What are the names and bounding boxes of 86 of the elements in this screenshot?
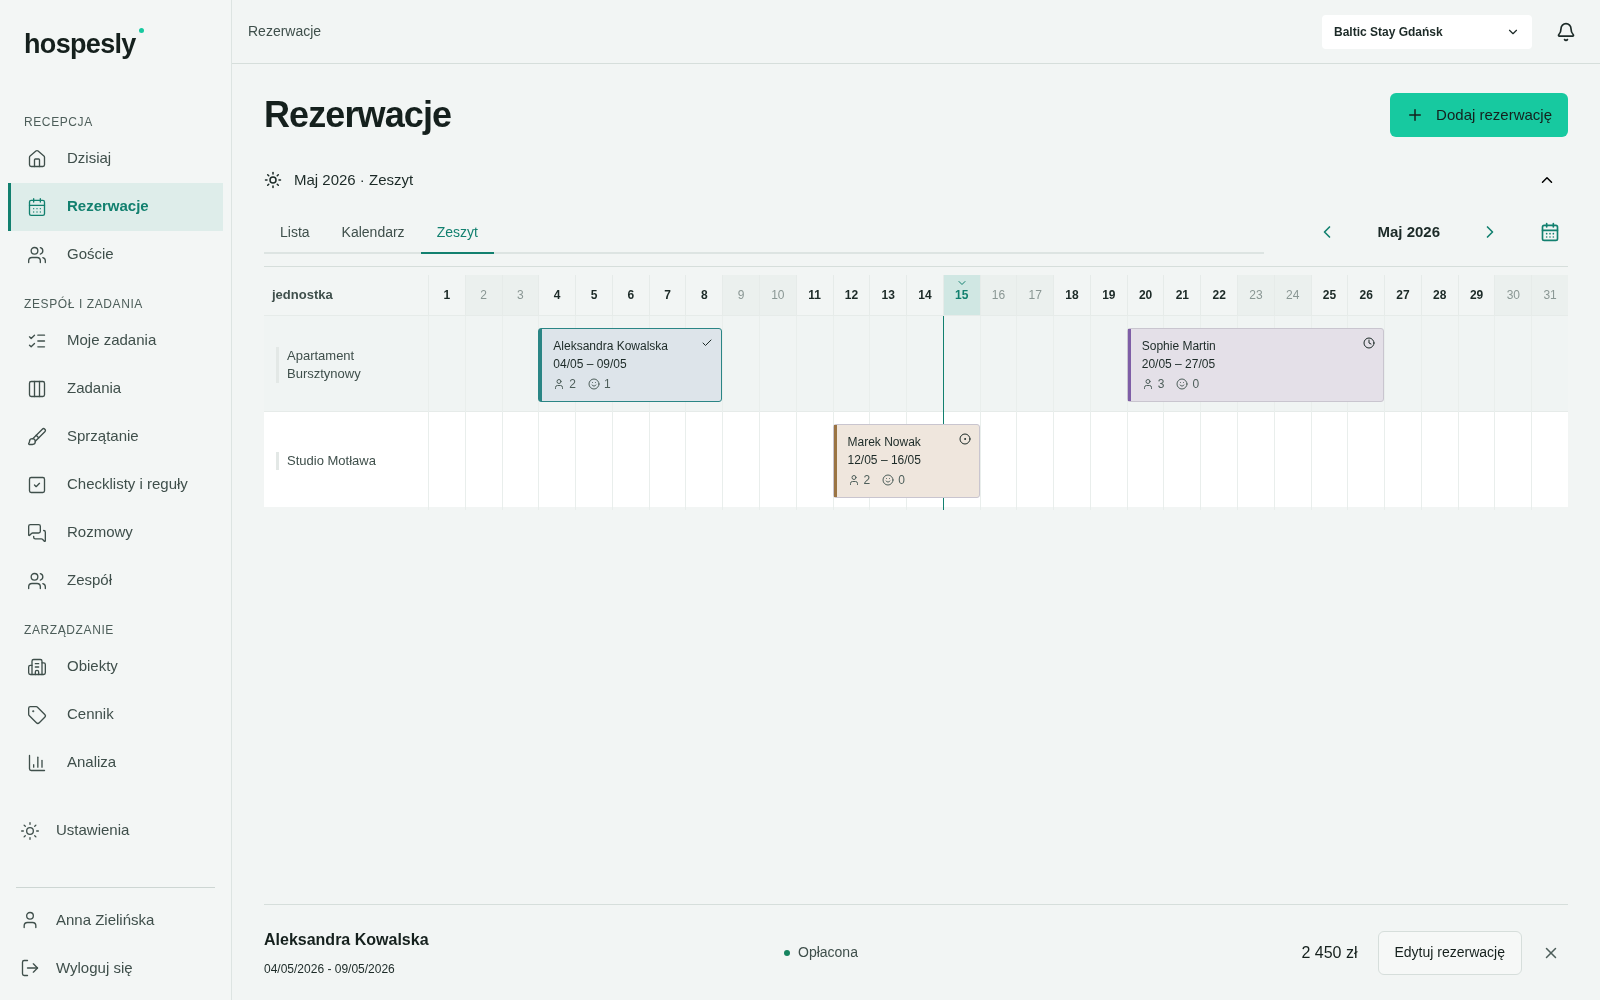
nav-item[interactable]: Moje zadania [8,316,223,365]
nav-item[interactable]: Cennik [8,690,223,739]
sun-icon [264,171,282,189]
day-header: 15 [942,275,980,315]
calendar-icon [27,196,47,217]
columns-icon [27,378,47,399]
day-header: 10 [758,275,796,315]
nav-item[interactable]: Zadania [8,364,223,413]
settings-icon [20,820,40,841]
add-booking-button[interactable]: Dodaj rezerwację [1390,93,1568,137]
section-heading: ZESPÓŁ I ZADANIA [23,295,144,313]
user-item[interactable]: Anna Zielińska [16,896,215,944]
day-header: 31 [1531,275,1568,315]
guest-name: Sophie Martin [1141,338,1216,355]
unit-label: Apartament Bursztynowy [264,316,428,414]
section-heading: ZARZĄDZANIE [23,621,115,639]
adult-count: 3 [1157,376,1165,393]
day-header: 3 [501,275,539,315]
bar-chart-icon [27,752,47,773]
booking-dates: 04/05 – 09/05 [553,356,627,373]
check-icon [701,337,714,349]
logout-icon [20,958,40,978]
adult-icon [1141,378,1154,390]
nav-item[interactable]: Rezerwacje [8,182,223,231]
child-count: 0 [898,472,905,489]
guest-name: Aleksandra Kowalska [264,929,430,950]
child-icon [1176,378,1189,390]
day-header: 2 [464,275,502,315]
day-header: 30 [1494,275,1532,315]
building-icon [27,656,47,677]
brand-logo: hospesly [24,24,144,65]
nav-item[interactable]: Checklisty i reguły [8,460,223,509]
people-icon [27,244,47,265]
child-icon [588,378,600,390]
nav-item[interactable]: Rozmowy [8,508,223,557]
day-header: 23 [1237,275,1274,315]
booking-dates: 04/05/2026 - 09/05/2026 [264,960,396,978]
property-select[interactable]: Baltic Stay Gdańsk [1322,14,1532,49]
child-count: 1 [604,376,611,393]
edit-booking-button[interactable]: Edytuj rezerwację [1377,930,1522,975]
booking-card[interactable]: Sophie Martin 20/05 – 27/05 3 0 [1126,328,1385,402]
page-title: Rezerwacje [264,93,452,137]
booking-dates: 20/05 – 27/05 [1141,356,1216,373]
nav-item[interactable]: Ustawienia [8,806,223,855]
view-tab[interactable]: Lista [264,212,326,254]
view-tab[interactable]: Kalendarz [325,212,421,254]
guest-name: Marek Nowak [847,434,921,451]
house-icon [27,148,47,169]
adult-count: 2 [863,472,871,489]
nav-item[interactable]: Obiekty [8,642,223,691]
child-count: 0 [1192,376,1200,393]
notifications-icon[interactable] [1556,21,1576,42]
booking-card[interactable]: Marek Nowak 12/05 – 16/05 2 0 [832,424,980,498]
clock-icon [1363,337,1376,349]
nav-item[interactable]: Analiza [8,738,223,787]
checkbox-list-icon [27,474,47,495]
view-label: Maj 2026 · Zeszyt [294,169,415,190]
nav-item[interactable]: Dzisiaj [8,134,223,183]
nav-item[interactable]: Sprzątanie [8,412,223,461]
adult-icon [847,474,860,486]
tag-icon [27,704,47,725]
day-header: 17 [1016,275,1054,315]
guest-name: Aleksandra Kowalska [553,338,669,355]
adult-count: 2 [569,376,576,393]
logout-item[interactable]: Wyloguj się [16,944,215,992]
column-header: jednostka [270,286,334,305]
chat-bubbles-icon [27,522,47,543]
booking-card[interactable]: Aleksandra Kowalska 04/05 – 09/05 2 1 [538,328,723,402]
view-tab[interactable]: Zeszyt [420,212,494,254]
nav-item[interactable]: Goście [8,230,223,279]
team-icon [27,570,47,591]
month-label: Maj 2026 [1377,221,1440,242]
price: 2 450 zł [1301,942,1358,963]
section-heading: RECEPCJA [23,113,94,131]
calendar-icon[interactable] [1540,222,1560,242]
broom-icon [27,426,47,447]
adult-icon [553,378,566,390]
payment-status: Opłacona [798,943,858,962]
nav-item[interactable]: Zespół [8,556,223,605]
booking-dates: 12/05 – 16/05 [847,452,921,469]
day-header: 24 [1273,275,1311,315]
unit-label: Studio Motława [264,412,428,510]
day-header: 9 [722,275,759,315]
breadcrumb: Rezerwacje [248,22,323,41]
day-header: 16 [979,275,1017,315]
child-icon [882,474,895,486]
